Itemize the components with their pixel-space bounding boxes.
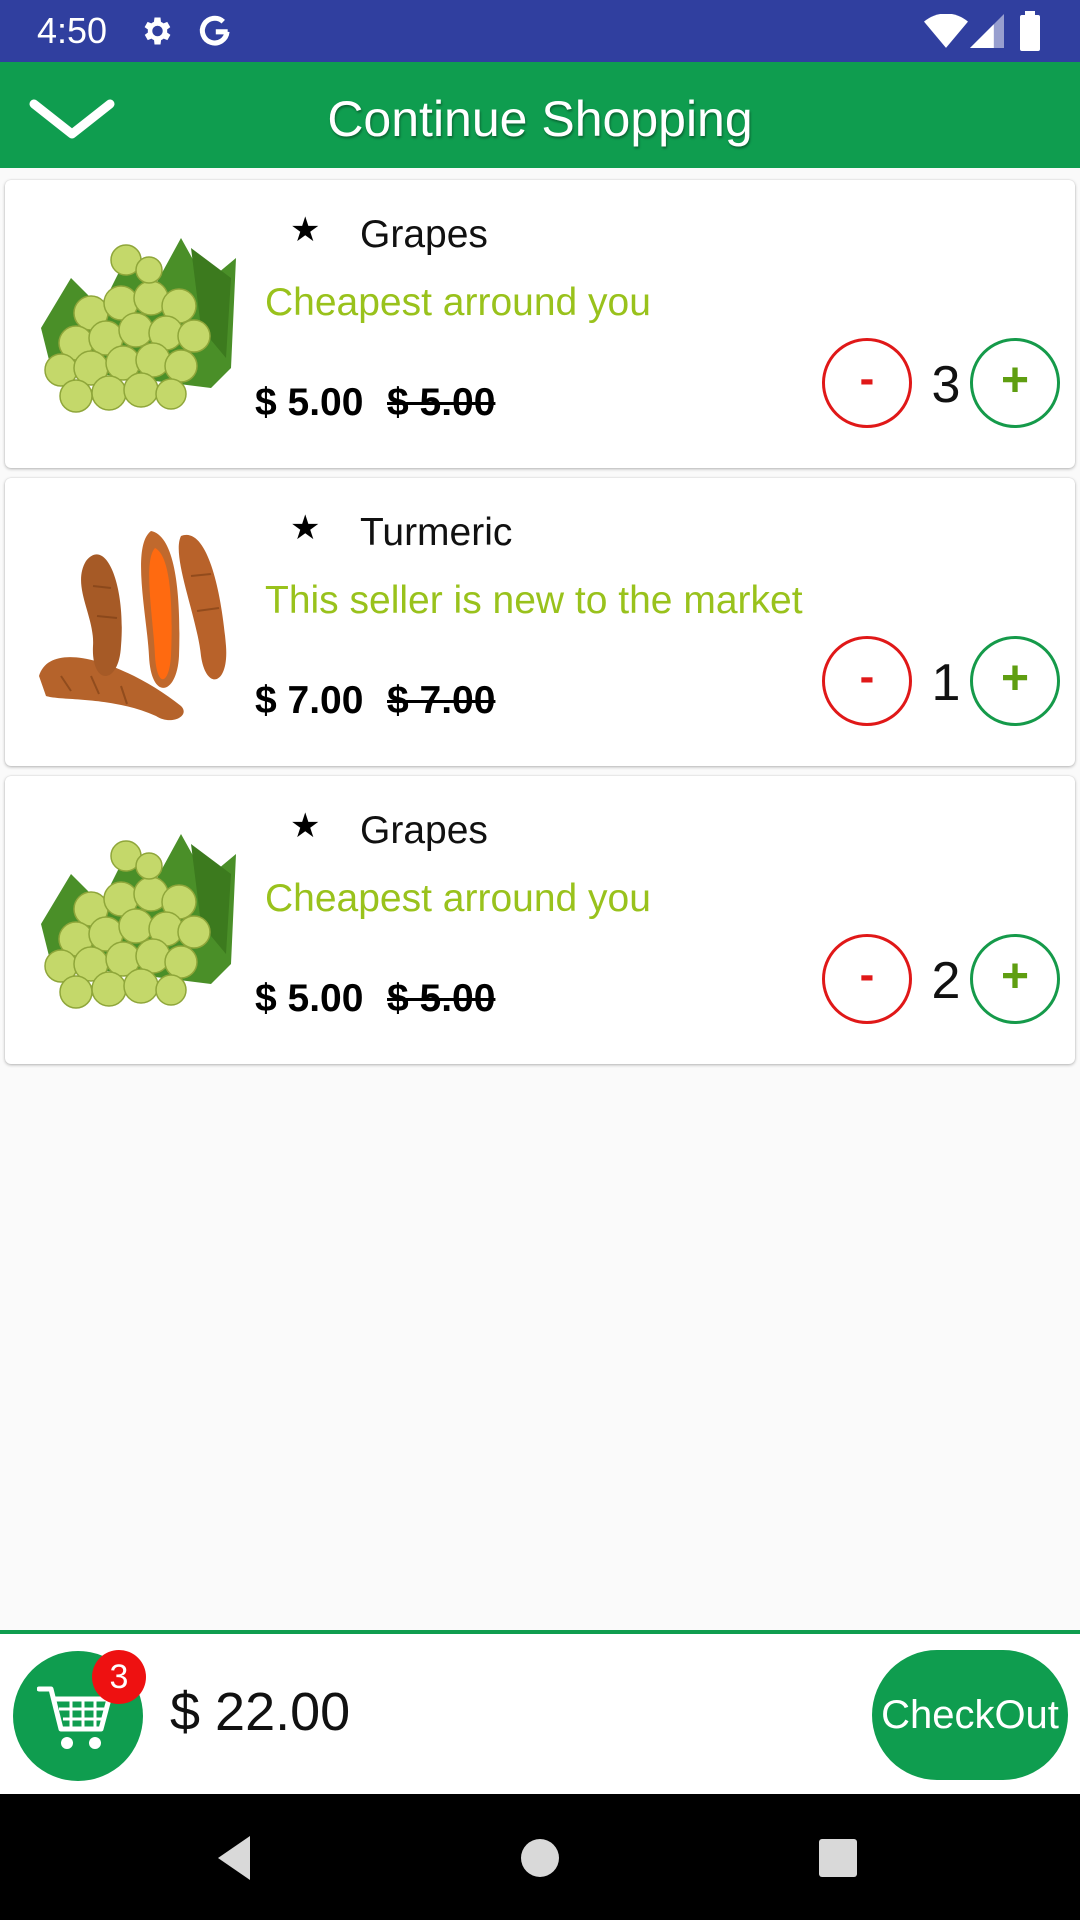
grapes-image (31, 218, 241, 428)
signal-icon (970, 14, 1004, 48)
star-icon: ★ (290, 211, 321, 249)
cart-item-card[interactable]: ★ Grapes Cheapest arround you $ 5.00 $ 5… (5, 180, 1075, 468)
gear-icon (138, 13, 174, 49)
page-title: Continue Shopping (327, 91, 753, 147)
product-price: $ 7.00 (255, 679, 364, 722)
grapes-image (31, 814, 241, 1024)
increase-quantity-button[interactable]: + (970, 934, 1060, 1024)
checkout-button[interactable]: CheckOut (872, 1650, 1068, 1780)
quantity-value: 3 (931, 356, 961, 414)
google-g-icon (196, 12, 234, 50)
quantity-value: 1 (931, 654, 961, 712)
product-old-price: $ 5.00 (387, 381, 496, 424)
product-name: Grapes (360, 809, 488, 852)
cart-list: ★ Grapes Cheapest arround you $ 5.00 $ 5… (0, 178, 1080, 1074)
quantity-value: 2 (931, 952, 961, 1010)
product-old-price: $ 5.00 (387, 977, 496, 1020)
decrease-quantity-button[interactable]: - (822, 338, 912, 428)
increase-quantity-button[interactable]: + (970, 338, 1060, 428)
cart-item-card[interactable]: ★ Turmeric This seller is new to the mar… (5, 478, 1075, 766)
status-time: 4:50 (37, 10, 108, 51)
product-name: Turmeric (360, 511, 513, 554)
checkout-bar: 3 $ 22.00 CheckOut (0, 1630, 1080, 1794)
decrease-quantity-button[interactable]: - (822, 636, 912, 726)
cart-item-card[interactable]: ★ Grapes Cheapest arround you $ 5.00 $ 5… (5, 776, 1075, 1064)
product-price: $ 5.00 (255, 977, 364, 1020)
decrease-quantity-button[interactable]: - (822, 934, 912, 1024)
star-icon: ★ (290, 509, 321, 547)
cart-count-badge: 3 (92, 1650, 146, 1704)
recents-icon[interactable] (808, 1828, 868, 1888)
product-name: Grapes (360, 213, 488, 256)
battery-icon (1018, 11, 1042, 51)
star-icon: ★ (290, 807, 321, 845)
wifi-icon (924, 13, 968, 48)
home-icon[interactable] (510, 1828, 570, 1888)
product-old-price: $ 7.00 (387, 679, 496, 722)
increase-quantity-button[interactable]: + (970, 636, 1060, 726)
turmeric-image (31, 516, 241, 726)
chevron-down-icon[interactable] (26, 84, 118, 148)
product-description: Cheapest arround you (265, 877, 651, 920)
product-price: $ 5.00 (255, 381, 364, 424)
back-icon[interactable] (210, 1828, 270, 1888)
product-description: This seller is new to the market (265, 579, 803, 622)
system-nav-bar (0, 1794, 1080, 1920)
status-bar: 4:50 (0, 0, 1080, 62)
app-bar: Continue Shopping (0, 62, 1080, 168)
product-description: Cheapest arround you (265, 281, 651, 324)
cart-total: $ 22.00 (170, 1682, 351, 1742)
